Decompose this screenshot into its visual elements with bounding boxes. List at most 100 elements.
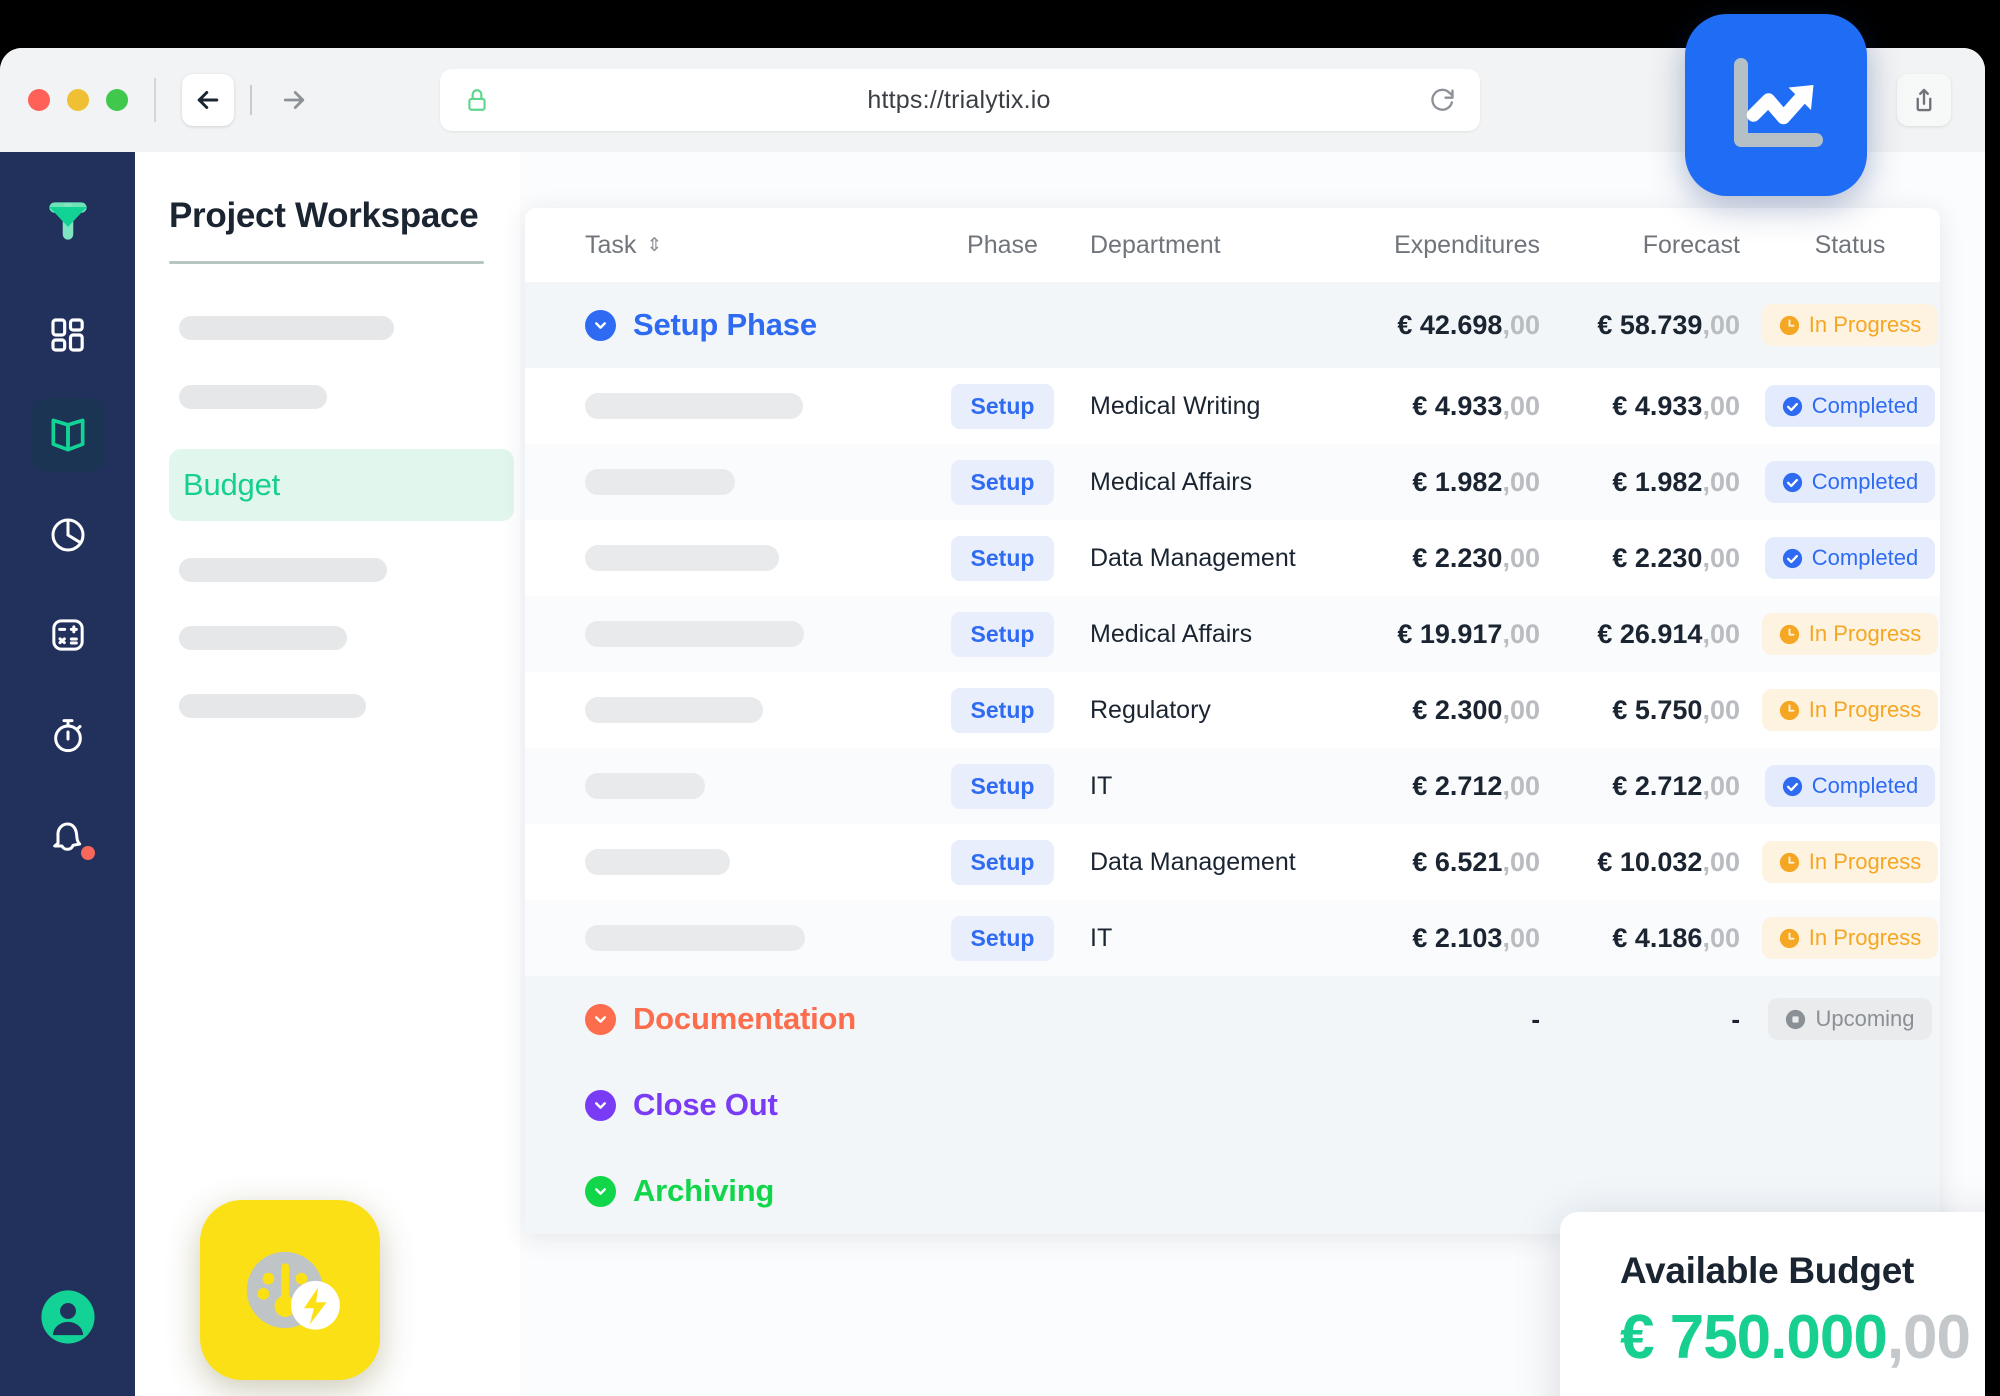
table-row[interactable]: Setup Data Management € 2.230,00 € 2.230,00… [525, 520, 1940, 596]
phase-group-row[interactable]: Documentation - - Upcoming [525, 976, 1940, 1062]
status-badge[interactable]: In Progress [1761, 304, 1939, 346]
money-cents: ,00 [1702, 770, 1740, 801]
sidebar-item-budget[interactable]: Budget [169, 449, 514, 521]
pending-circle-icon [1786, 1009, 1806, 1029]
sidebar-item-timer[interactable] [31, 698, 105, 772]
phase-chip[interactable]: Setup [950, 687, 1055, 733]
sidebar-item-calculator[interactable] [31, 598, 105, 672]
browser-window: https://trialytix.io Project Workspace B… [0, 48, 1985, 1396]
phase-chip[interactable]: Setup [950, 459, 1055, 505]
column-header-expenditures[interactable]: Expenditures [1340, 231, 1550, 260]
department-label: Medical Affairs [1090, 619, 1253, 648]
table-body: Setup Phase € 42.698,00 € 58.739,00 In Prog… [525, 282, 1940, 1234]
nav-placeholder-item[interactable] [179, 385, 327, 409]
money-cents: ,00 [1702, 618, 1740, 649]
column-header-task[interactable]: Task ⇕ [585, 231, 915, 260]
pie-chart-icon [51, 518, 84, 552]
phase-group-row[interactable]: Setup Phase € 42.698,00 € 58.739,00 In Prog… [525, 282, 1940, 368]
status-badge-label: In Progress [1808, 312, 1922, 337]
table-row[interactable]: Setup IT € 2.103,00 € 4.186,00 In Progress [525, 900, 1940, 976]
status-badge[interactable]: Completed [1764, 537, 1936, 579]
status-badge-label: In Progress [1808, 697, 1922, 722]
money-value: € 26.914,00 [1597, 618, 1740, 649]
gauge-app-icon[interactable] [200, 1200, 380, 1380]
check-circle-icon [1782, 548, 1802, 568]
money-cents: ,00 [1502, 618, 1540, 649]
money-cents: ,00 [1702, 542, 1740, 573]
sidebar-item-logo[interactable] [31, 184, 105, 258]
table-row[interactable]: Setup IT € 2.712,00 € 2.712,00 Completed [525, 748, 1940, 824]
sidebar-item-notifications[interactable] [31, 798, 105, 872]
status-badge[interactable]: In Progress [1761, 917, 1939, 959]
status-badge-label: Completed [1811, 393, 1919, 418]
department-label: IT [1090, 771, 1113, 800]
calculator-icon [51, 619, 84, 651]
status-badge[interactable]: Completed [1764, 765, 1936, 807]
money-value: € 1.982,00 [1412, 466, 1540, 497]
address-bar[interactable]: https://trialytix.io [440, 69, 1480, 131]
nav-placeholder-item[interactable] [179, 694, 366, 718]
money-value: € 2.712,00 [1612, 770, 1740, 801]
money-cents: ,00 [1702, 922, 1740, 953]
available-budget-amount-main: € 750.000 [1620, 1303, 1888, 1372]
money-value: € 4.933,00 [1412, 390, 1540, 421]
nav-placeholder-item[interactable] [179, 626, 347, 650]
close-window-button[interactable] [28, 89, 50, 111]
status-badge[interactable]: Completed [1764, 461, 1936, 503]
status-badge[interactable]: In Progress [1761, 613, 1939, 655]
status-badge[interactable]: In Progress [1761, 689, 1939, 731]
phase-chip[interactable]: Setup [950, 535, 1055, 581]
phase-chip[interactable]: Setup [950, 915, 1055, 961]
money-cents: ,00 [1702, 466, 1740, 497]
nav-placeholder-item[interactable] [179, 316, 394, 340]
nav-placeholder-item[interactable] [179, 558, 387, 582]
phase-chip[interactable]: Setup [950, 383, 1055, 429]
table-row[interactable]: Setup Data Management € 6.521,00 € 10.032,0… [525, 824, 1940, 900]
column-header-department[interactable]: Department [1090, 231, 1340, 260]
money-cents: ,00 [1702, 390, 1740, 421]
phase-label: Archiving [585, 1173, 774, 1209]
table-row[interactable]: Setup Medical Writing € 4.933,00 € 4.933,00… [525, 368, 1940, 444]
sidebar-item-analytics[interactable] [31, 498, 105, 572]
nav-divider [250, 85, 252, 115]
table-row[interactable]: Setup Medical Affairs € 19.917,00 € 26.914,… [525, 596, 1940, 672]
reload-icon[interactable] [1428, 86, 1456, 114]
department-label: Medical Writing [1090, 391, 1261, 420]
sidebar-item-account[interactable] [31, 1280, 105, 1354]
phase-group-row[interactable]: Close Out [525, 1062, 1940, 1148]
share-button[interactable] [1897, 74, 1951, 126]
status-badge[interactable]: Upcoming [1768, 998, 1932, 1040]
sort-icon[interactable]: ⇕ [646, 236, 662, 255]
status-badge[interactable]: Completed [1764, 385, 1936, 427]
phase-chip[interactable]: Setup [950, 611, 1055, 657]
status-badge[interactable]: In Progress [1761, 841, 1939, 883]
column-header-phase[interactable]: Phase [915, 231, 1090, 260]
money-value: € 10.032,00 [1597, 846, 1740, 877]
sidebar-item-dashboard[interactable] [31, 298, 105, 372]
table-row[interactable]: Setup Regulatory € 2.300,00 € 5.750,00 In Pr… [525, 672, 1940, 748]
column-header-forecast[interactable]: Forecast [1550, 231, 1750, 260]
sidebar-item-workspace[interactable] [30, 398, 105, 472]
phase-name: Setup Phase [633, 307, 817, 342]
money-cents: ,00 [1702, 309, 1740, 340]
phase-chip[interactable]: Setup [950, 763, 1055, 809]
money-value: € 4.186,00 [1612, 922, 1740, 953]
available-budget-card: Available Budget € 750.000,00 Forecast€ … [1560, 1212, 1985, 1396]
maximize-window-button[interactable] [106, 89, 128, 111]
minimize-window-button[interactable] [67, 89, 89, 111]
column-header-status[interactable]: Status [1750, 231, 1940, 260]
chart-app-icon[interactable] [1685, 14, 1867, 196]
clock-circle-icon [1779, 852, 1799, 872]
money-value: € 5.750,00 [1612, 694, 1740, 725]
chevron-down-icon[interactable] [585, 1003, 616, 1035]
user-avatar-icon [40, 1290, 95, 1344]
back-button[interactable] [182, 74, 234, 126]
chevron-down-icon[interactable] [585, 309, 616, 341]
phase-chip[interactable]: Setup [950, 839, 1055, 885]
chevron-down-icon[interactable] [585, 1089, 616, 1121]
chevron-down-icon[interactable] [585, 1175, 616, 1207]
book-open-icon [51, 418, 84, 452]
table-row[interactable]: Setup Medical Affairs € 1.982,00 € 1.982,00… [525, 444, 1940, 520]
task-name-placeholder [585, 393, 803, 419]
forward-button[interactable] [268, 74, 320, 126]
